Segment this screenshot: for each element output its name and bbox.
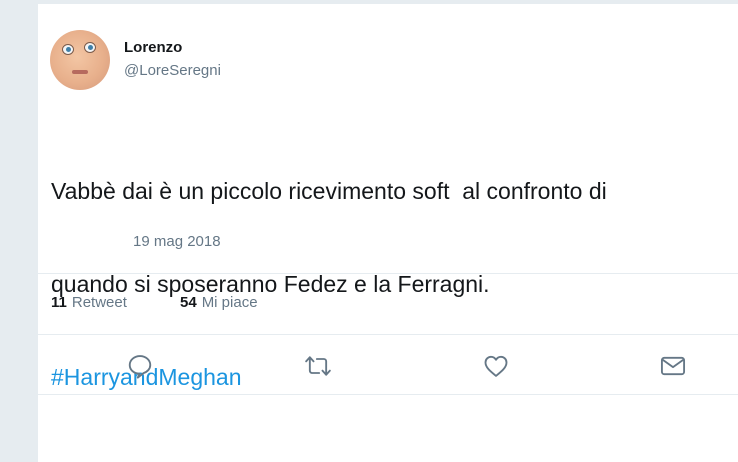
avatar[interactable] — [50, 30, 110, 90]
retweet-icon — [305, 356, 331, 376]
author-handle[interactable]: @LoreSeregni — [124, 62, 221, 79]
reply-icon — [128, 355, 152, 379]
retweets-stat[interactable]: 11 Retweet — [51, 294, 127, 311]
avatar-mouth — [72, 70, 88, 74]
retweets-label: Retweet — [71, 294, 127, 311]
retweets-count: 11 — [51, 294, 67, 311]
likes-stat[interactable]: 54 Mi piace — [180, 294, 258, 311]
tweet-card: Lorenzo @LoreSeregni Vabbè dai è un picc… — [38, 4, 738, 462]
tweet-text-line: Vabbè dai è un piccolo ricevimento soft … — [51, 178, 607, 204]
likes-label: Mi piace — [201, 294, 258, 311]
heart-icon — [484, 355, 508, 377]
tweet-date[interactable]: 19 mag 2018 — [133, 233, 221, 250]
like-button[interactable] — [480, 350, 512, 382]
avatar-right-eye — [84, 42, 96, 53]
tweet-text: Vabbè dai è un piccolo ricevimento soft … — [51, 114, 736, 455]
reply-button[interactable] — [124, 350, 156, 382]
avatar-left-eye — [62, 44, 74, 55]
divider — [38, 334, 738, 335]
divider — [38, 394, 738, 395]
direct-message-button[interactable] — [657, 350, 689, 382]
divider — [38, 273, 738, 274]
likes-count: 54 — [180, 294, 197, 311]
author-name[interactable]: Lorenzo — [124, 39, 182, 56]
retweet-button[interactable] — [302, 350, 334, 382]
envelope-icon — [660, 356, 686, 376]
